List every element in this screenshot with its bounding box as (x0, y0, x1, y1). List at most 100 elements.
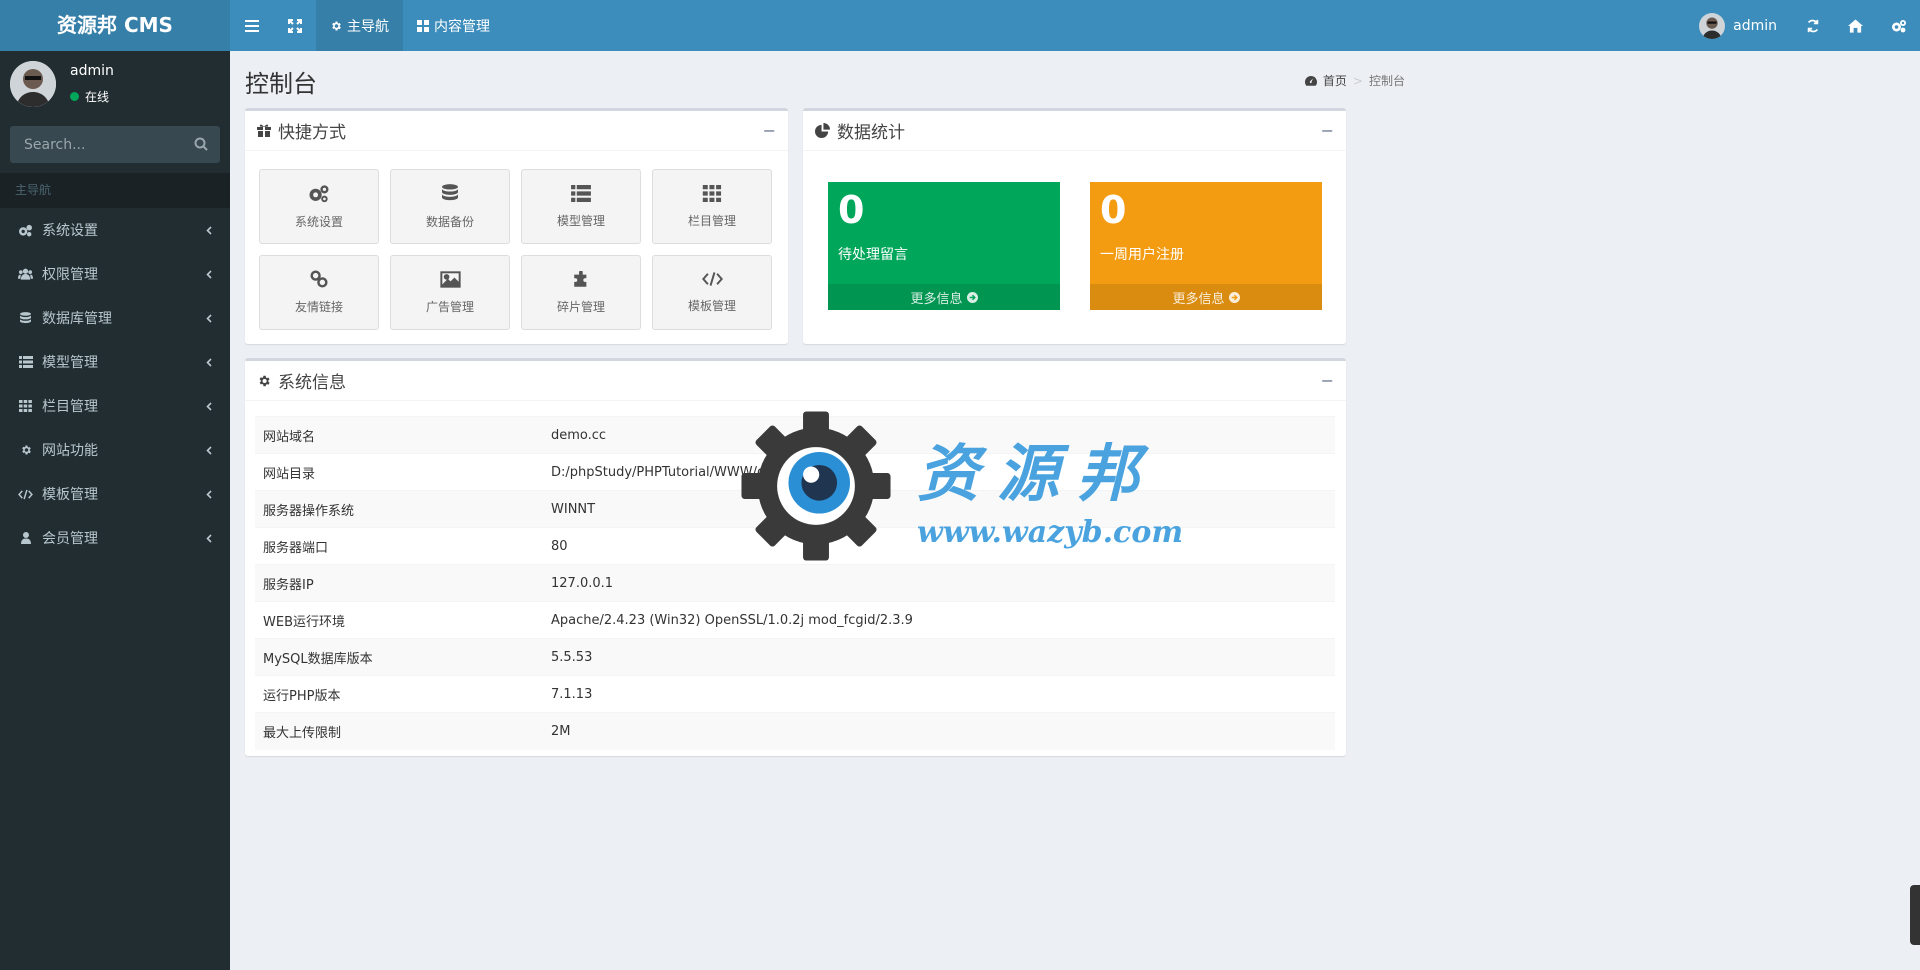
shortcut-label: 碎片管理 (556, 299, 605, 314)
dashboard-icon (1304, 75, 1317, 86)
table-row: MySQL数据库版本 5.5.53 (255, 638, 1335, 676)
sidebar-toggle-button[interactable] (230, 0, 273, 51)
breadcrumb-separator: > (1352, 73, 1363, 88)
chevron-left-icon (206, 533, 212, 543)
home-button[interactable] (1834, 0, 1877, 51)
gear-icon (332, 21, 341, 30)
info-value: Apache/2.4.23 (Win32) OpenSSL/1.0.2j mod… (543, 601, 1335, 639)
shortcuts-box-header: 快捷方式 − (245, 111, 788, 151)
expand-icon (287, 18, 302, 33)
chevron-left-icon (206, 313, 212, 323)
grid-icon (702, 184, 722, 202)
collapse-button[interactable]: − (1321, 371, 1334, 390)
top-navbar: 主导航 内容管理 admin (230, 0, 1920, 51)
system-info-header: 系统信息 − (245, 361, 1346, 401)
chevron-left-icon (206, 225, 212, 235)
app-logo[interactable]: 资源邦 CMS (0, 0, 230, 51)
info-value: 7.1.13 (543, 675, 1335, 713)
more-info-label: 更多信息 (1172, 291, 1225, 307)
tab-content-management[interactable]: 内容管理 (403, 0, 504, 51)
shortcuts-title: 快捷方式 (278, 123, 346, 143)
sidebar-item-label: 模型管理 (42, 355, 98, 371)
tab-main-nav[interactable]: 主导航 (316, 0, 403, 51)
chevron-left-icon (206, 269, 212, 279)
shortcut-label: 广告管理 (425, 299, 474, 314)
info-key: 网站域名 (255, 416, 543, 454)
info-value: 5.5.53 (543, 638, 1335, 676)
more-info-link[interactable]: 更多信息 (1090, 284, 1322, 310)
image-icon (439, 270, 461, 288)
code-icon (701, 272, 723, 286)
info-key: 服务器操作系统 (255, 490, 543, 528)
sidebar-item-system-settings[interactable]: 系统设置 (0, 208, 230, 252)
breadcrumb: 首页 > 控制台 (1304, 72, 1405, 89)
shortcut-system-settings[interactable]: 系统设置 (259, 169, 379, 244)
shortcut-label: 友情链接 (294, 300, 343, 314)
user-panel: admin 在线 (0, 51, 230, 121)
shortcut-ad-management[interactable]: 广告管理 (390, 255, 510, 330)
collapse-button[interactable]: − (1321, 121, 1334, 140)
gift-icon (257, 124, 271, 137)
tab-content-management-label: 内容管理 (434, 18, 490, 35)
sidebar-item-models[interactable]: 模型管理 (0, 340, 230, 384)
user-menu[interactable]: admin (1685, 0, 1791, 51)
sidebar-item-label: 模板管理 (42, 487, 98, 503)
stats-box-header: 数据统计 − (803, 111, 1346, 151)
sidebar-item-templates[interactable]: 模板管理 (0, 472, 230, 516)
info-key: MySQL数据库版本 (255, 638, 543, 676)
stat-label: 一周用户注册 (1100, 247, 1184, 263)
shortcut-label: 系统设置 (294, 214, 343, 229)
shortcut-data-backup[interactable]: 数据备份 (390, 169, 510, 244)
refresh-button[interactable] (1791, 0, 1834, 51)
sidebar-search (10, 126, 220, 163)
shortcut-fragment-management[interactable]: 碎片管理 (521, 255, 641, 330)
shortcut-column-management[interactable]: 栏目管理 (652, 169, 772, 244)
code-icon (18, 489, 33, 499)
search-button[interactable] (194, 137, 208, 151)
puzzle-icon (573, 270, 586, 287)
online-status-label: 在线 (85, 90, 110, 104)
settings-button[interactable] (1877, 0, 1920, 51)
fullscreen-button[interactable] (273, 0, 316, 51)
info-key: 服务器端口 (255, 527, 543, 565)
sidebar-item-label: 网站功能 (42, 443, 98, 459)
gear-eye-logo-icon (741, 411, 891, 561)
chevron-left-icon (206, 401, 212, 411)
breadcrumb-home[interactable]: 首页 (1323, 72, 1347, 89)
stat-label: 待处理留言 (838, 247, 908, 263)
shortcut-model-management[interactable]: 模型管理 (521, 169, 641, 244)
online-dot-icon (70, 92, 79, 101)
info-value: 2M (543, 712, 1335, 750)
shortcut-label: 数据备份 (425, 214, 474, 229)
collapse-button[interactable]: − (763, 121, 776, 140)
chevron-left-icon (206, 357, 212, 367)
tab-main-nav-label: 主导航 (347, 18, 389, 35)
info-key: 运行PHP版本 (255, 675, 543, 713)
search-icon (194, 137, 208, 151)
list-icon (18, 356, 33, 368)
shortcut-friend-links[interactable]: 友情链接 (259, 255, 379, 330)
arrow-circle-right-icon (966, 291, 978, 303)
sidebar-item-site-functions[interactable]: 网站功能 (0, 428, 230, 472)
cogs-icon (309, 184, 329, 202)
page-title: 控制台 (245, 70, 317, 98)
info-key: 最大上传限制 (255, 712, 543, 750)
stat-value: 0 (1100, 188, 1127, 232)
watermark: 资源邦 www.wazyb.com (735, 405, 1183, 567)
cogs-icon (1891, 19, 1906, 32)
more-info-link[interactable]: 更多信息 (828, 284, 1060, 310)
users-icon (18, 268, 33, 280)
info-key: 网站目录 (255, 453, 543, 491)
search-input[interactable] (10, 136, 170, 153)
sidebar-item-columns[interactable]: 栏目管理 (0, 384, 230, 428)
sidebar-item-permissions[interactable]: 权限管理 (0, 252, 230, 296)
watermark-text: 资源邦 www.wazyb.com (917, 423, 1183, 550)
shortcuts-box: 快捷方式 − 系统设置 数据备份 模型管理 栏目管理 友情链接 广告管理 碎片管… (245, 108, 788, 344)
sidebar-item-members[interactable]: 会员管理 (0, 516, 230, 560)
side-widget-handle[interactable] (1910, 885, 1920, 945)
list-icon (571, 184, 591, 202)
sidebar-item-label: 数据库管理 (42, 311, 112, 327)
shortcut-template-management[interactable]: 模板管理 (652, 255, 772, 330)
grid-icon (19, 400, 32, 412)
sidebar-item-database[interactable]: 数据库管理 (0, 296, 230, 340)
